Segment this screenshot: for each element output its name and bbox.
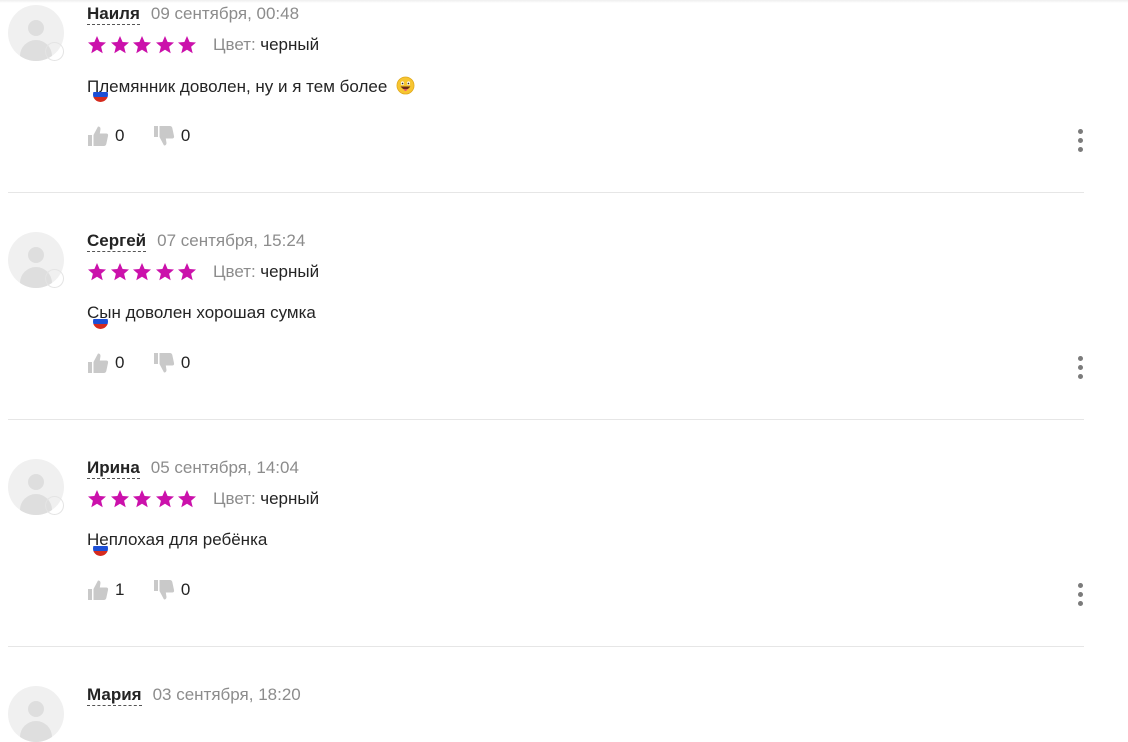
star-icon	[110, 489, 130, 509]
star-icon	[87, 262, 107, 282]
thumb-down-icon	[153, 126, 175, 146]
color-value: черный	[260, 489, 320, 508]
review-date: 05 сентября, 14:04	[150, 458, 299, 477]
star-icon	[132, 489, 152, 509]
review-text: Сын доволен хорошая сумка	[87, 303, 316, 322]
star-icon	[155, 35, 175, 55]
dislike-count: 0	[180, 353, 191, 372]
thumb-up-icon	[88, 126, 109, 146]
thumb-down-icon	[153, 353, 175, 373]
author-name[interactable]: Мария	[87, 685, 142, 706]
author-name[interactable]: Ирина	[87, 458, 140, 479]
color-value: черный	[260, 35, 320, 54]
review-meta: Сергей 07 сентября, 15:24	[87, 231, 305, 255]
rating-row: Цвет: черный	[87, 262, 319, 284]
kebab-menu-icon[interactable]	[1070, 126, 1090, 156]
review-date: 03 сентября, 18:20	[152, 685, 301, 704]
star-icon	[110, 262, 130, 282]
dislike-button[interactable]: 0	[153, 578, 190, 602]
color-label: Цвет:	[212, 489, 256, 508]
like-count: 1	[115, 580, 125, 599]
dislike-button[interactable]: 0	[153, 351, 190, 375]
dislike-count: 0	[180, 580, 191, 599]
rating-row: Цвет: черный	[87, 35, 319, 57]
like-button[interactable]: 1	[87, 578, 124, 602]
vote-controls: 0 0	[87, 124, 190, 154]
russia-flag-icon	[46, 43, 109, 103]
color-label: Цвет:	[212, 262, 256, 281]
review-text-row: Сын доволен хорошая сумка	[87, 303, 316, 323]
review-card: Сергей 07 сентября, 15:24 Цвет: черный Сы…	[0, 227, 1128, 454]
vote-controls: 0 0	[87, 351, 190, 381]
review-card: Ирина 05 сентября, 14:04 Цвет: черный Неп…	[0, 454, 1128, 681]
thumb-up-icon	[88, 353, 109, 373]
star-icon	[177, 262, 197, 282]
review-date: 09 сентября, 00:48	[150, 4, 300, 23]
star-icon	[177, 489, 197, 509]
author-name[interactable]: Наиля	[87, 4, 140, 25]
kebab-menu-icon[interactable]	[1070, 580, 1090, 610]
russia-flag-icon	[46, 270, 109, 330]
review-meta: Наиля 09 сентября, 00:48	[87, 4, 299, 28]
russia-flag-icon	[46, 497, 109, 557]
star-icon	[132, 35, 152, 55]
review-date: 07 сентября, 15:24	[157, 231, 306, 250]
like-count: 0	[115, 353, 125, 372]
color-value: черный	[260, 262, 320, 281]
like-button[interactable]: 0	[87, 124, 124, 148]
review-card: Мария 03 сентября, 18:20	[0, 681, 1128, 742]
star-rating	[87, 35, 200, 55]
star-rating	[87, 489, 200, 509]
review-text-row: Племянник доволен, ну и я тем более	[87, 76, 415, 97]
smiling-face-with-tongue-icon	[396, 76, 415, 95]
review-text: Племянник доволен, ну и я тем более	[87, 77, 388, 96]
review-meta: Ирина 05 сентября, 14:04	[87, 458, 299, 482]
star-icon	[177, 35, 197, 55]
divider	[8, 419, 1084, 420]
rating-row: Цвет: черный	[87, 489, 319, 511]
star-icon	[110, 35, 130, 55]
review-text-row: Неплохая для ребёнка	[87, 530, 267, 550]
review-text: Неплохая для ребёнка	[87, 530, 268, 549]
star-rating	[87, 262, 200, 282]
star-icon	[87, 35, 107, 55]
thumb-down-icon	[153, 580, 175, 600]
review-card: Наиля 09 сентября, 00:48 Цвет: черный Пле…	[0, 0, 1128, 227]
vote-controls: 1 0	[87, 578, 190, 608]
review-meta: Мария 03 сентября, 18:20	[87, 685, 301, 709]
star-icon	[132, 262, 152, 282]
star-icon	[87, 489, 107, 509]
like-button[interactable]: 0	[87, 351, 124, 375]
divider	[8, 646, 1084, 647]
divider	[8, 192, 1084, 193]
thumb-up-icon	[88, 580, 109, 600]
color-label: Цвет:	[212, 35, 256, 54]
dislike-button[interactable]: 0	[153, 124, 190, 148]
author-name[interactable]: Сергей	[87, 231, 147, 252]
kebab-menu-icon[interactable]	[1070, 353, 1090, 383]
dislike-count: 0	[180, 126, 191, 145]
avatar	[8, 686, 64, 742]
like-count: 0	[115, 126, 125, 145]
star-icon	[155, 489, 175, 509]
star-icon	[155, 262, 175, 282]
